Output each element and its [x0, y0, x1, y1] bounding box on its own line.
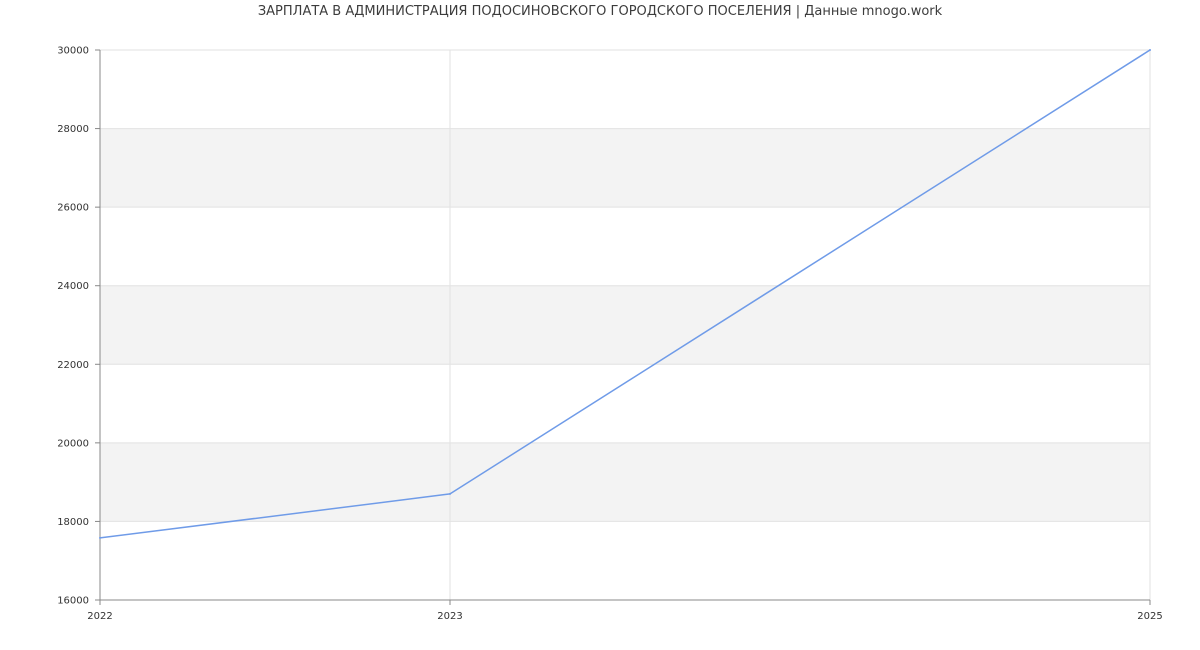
y-tick-label: 18000 — [57, 517, 89, 528]
background-band — [100, 285, 1150, 365]
data-point — [1149, 49, 1151, 51]
y-tick-label: 30000 — [57, 46, 89, 57]
x-tick-label: 2022 — [87, 611, 112, 622]
chart-container: ЗАРПЛАТА В АДМИНИСТРАЦИЯ ПОДОСИНОВСКОГО … — [0, 0, 1200, 650]
y-tick-label: 28000 — [57, 124, 89, 135]
y-tick-label: 24000 — [57, 281, 89, 292]
y-tick-label: 26000 — [57, 203, 89, 214]
background-band — [100, 442, 1150, 522]
data-point — [99, 536, 101, 539]
y-tick-label: 22000 — [57, 360, 89, 371]
data-point — [449, 492, 451, 495]
x-tick-label: 2025 — [1137, 611, 1162, 622]
y-tick-label: 16000 — [57, 596, 89, 607]
background-band — [100, 128, 1150, 208]
x-tick-label: 2023 — [437, 611, 462, 622]
y-tick-label: 20000 — [57, 438, 89, 449]
line-chart: 16000 18000 20000 22000 24000 26000 28000 30000… — [57, 46, 1163, 623]
